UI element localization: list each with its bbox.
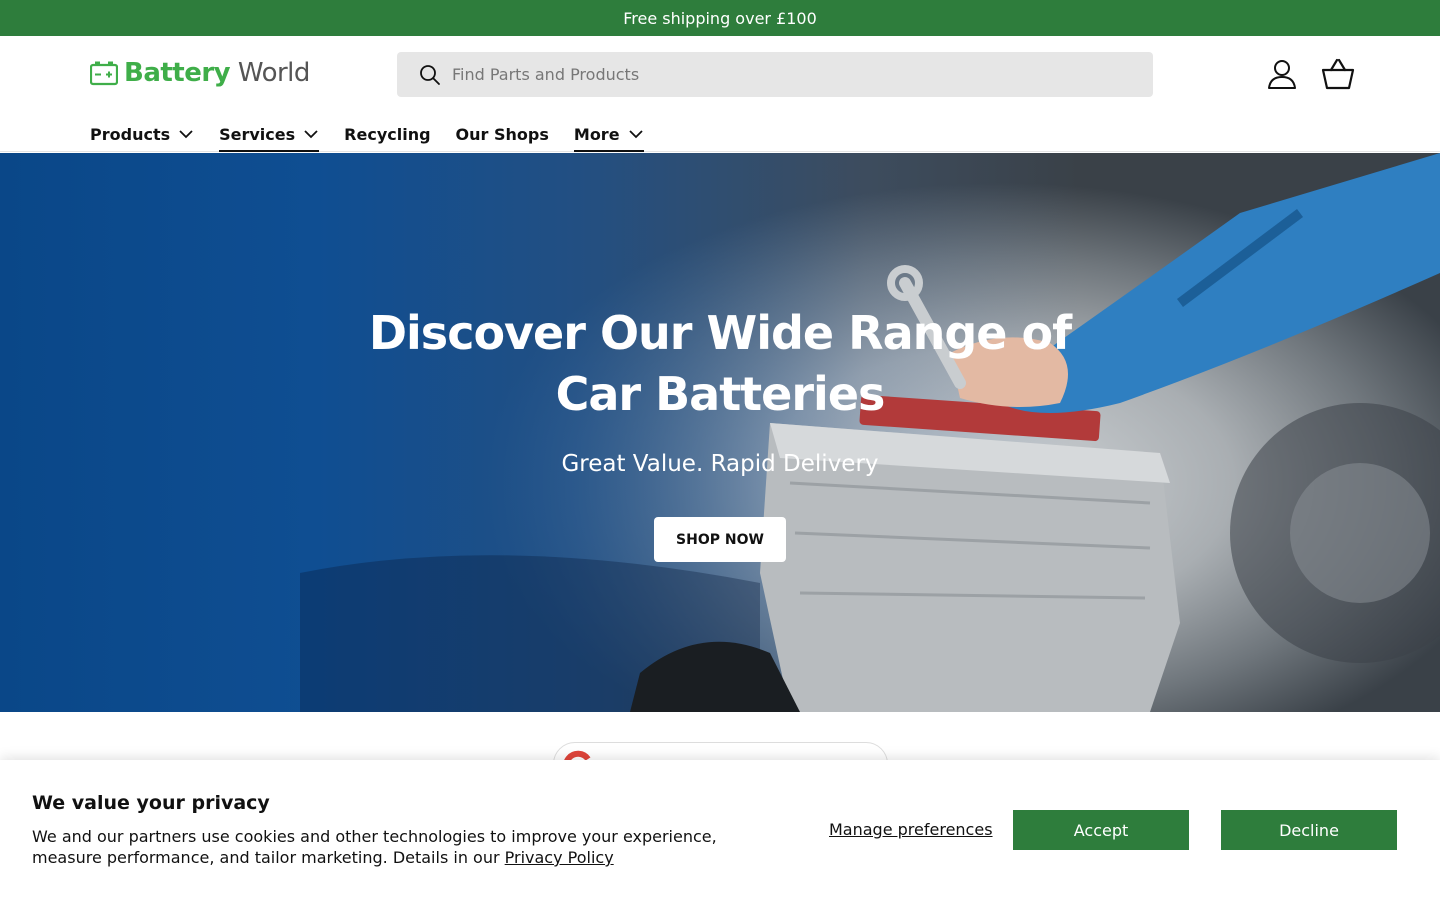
logo-word-world: World: [237, 58, 311, 88]
logo[interactable]: Battery World: [89, 58, 310, 88]
hero-title: Discover Our Wide Range of Car Batteries: [360, 303, 1080, 425]
user-icon: [1268, 60, 1296, 89]
hero-content: Discover Our Wide Range of Car Batteries …: [0, 153, 1440, 712]
decline-button[interactable]: Decline: [1221, 810, 1397, 850]
chevron-down-icon: [628, 130, 643, 139]
hero-banner: Discover Our Wide Range of Car Batteries …: [0, 153, 1440, 712]
nav-label: Our Shops: [455, 124, 549, 144]
nav-label: Products: [90, 124, 171, 144]
announcement-bar: Free shipping over £100: [0, 0, 1440, 36]
logo-text: Battery World: [124, 58, 310, 88]
hero-title-line-2: Car Batteries: [555, 367, 886, 421]
search-icon[interactable]: [419, 64, 441, 86]
account-button[interactable]: [1264, 56, 1300, 92]
nav-item-services[interactable]: Services: [219, 116, 320, 152]
nav-item-our-shops[interactable]: Our Shops: [456, 116, 549, 152]
chevron-down-icon: [179, 130, 193, 139]
nav-item-recycling[interactable]: Recycling: [344, 116, 430, 152]
basket-icon: [1321, 58, 1355, 90]
cookie-banner: We value your privacy We and our partner…: [0, 760, 1440, 900]
hero-title-line-1: Discover Our Wide Range of: [368, 306, 1072, 360]
site-header: Battery World Products Services Recyclin…: [0, 36, 1440, 152]
logo-word-battery: Battery: [124, 58, 231, 88]
chevron-down-icon: [304, 130, 318, 139]
manage-preferences-link[interactable]: Manage preferences: [829, 820, 993, 839]
search-input[interactable]: [452, 65, 1112, 84]
cookie-title: We value your privacy: [32, 792, 270, 814]
privacy-policy-link[interactable]: Privacy Policy: [505, 848, 614, 867]
announcement-text: Free shipping over £100: [623, 8, 817, 28]
nav-label: More: [573, 124, 620, 144]
cookie-text: We and our partners use cookies and othe…: [32, 826, 752, 868]
shop-now-button[interactable]: SHOP NOW: [654, 517, 786, 562]
cookie-body-text: We and our partners use cookies and othe…: [32, 827, 717, 867]
nav-label: Recycling: [344, 124, 431, 144]
nav-label: Services: [219, 124, 296, 144]
nav-item-more[interactable]: More: [573, 116, 644, 152]
basket-button[interactable]: [1320, 56, 1356, 92]
hero-subtitle: Great Value. Rapid Delivery: [561, 451, 879, 477]
nav-item-products[interactable]: Products: [90, 116, 194, 152]
accept-button[interactable]: Accept: [1013, 810, 1189, 850]
search-bar[interactable]: [397, 52, 1153, 97]
battery-logo-icon: [89, 60, 119, 86]
main-nav: Products Services Recycling Our Shops Mo…: [90, 116, 669, 152]
